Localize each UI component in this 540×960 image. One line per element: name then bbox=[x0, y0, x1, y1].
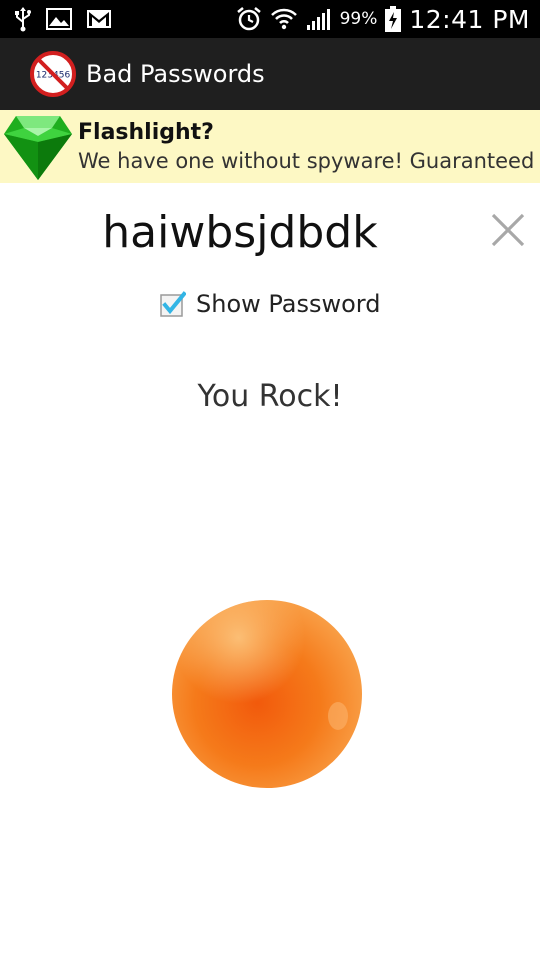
battery-charging-icon bbox=[385, 0, 402, 38]
show-password-label: Show Password bbox=[196, 290, 381, 318]
show-password-checkbox[interactable]: Show Password bbox=[160, 286, 381, 322]
image-icon bbox=[46, 0, 72, 38]
notification-icons bbox=[0, 0, 112, 38]
orange-icon bbox=[172, 600, 362, 788]
wifi-icon bbox=[270, 0, 298, 38]
clock: 12:41 PM bbox=[409, 4, 530, 34]
green-gem-icon bbox=[4, 115, 72, 180]
clear-button[interactable] bbox=[486, 208, 530, 252]
action-bar: 123456 Bad Passwords bbox=[0, 38, 540, 110]
signal-icon bbox=[306, 0, 332, 38]
ad-text: Flashlight? We have one without spyware!… bbox=[78, 119, 538, 175]
password-text[interactable]: haiwbsjdbdk bbox=[40, 200, 440, 266]
battery-percent: 99% bbox=[339, 9, 378, 29]
status-bar: 99% 12:41 PM bbox=[0, 0, 540, 38]
system-icons: 99% 12:41 PM bbox=[236, 0, 540, 38]
alarm-icon bbox=[236, 0, 262, 38]
gmail-icon bbox=[86, 0, 112, 38]
usb-icon bbox=[14, 0, 32, 38]
screen: 99% 12:41 PM 123456 Bad Passwords bbox=[0, 0, 540, 960]
ad-title: Flashlight? bbox=[78, 119, 214, 145]
close-icon bbox=[491, 213, 525, 247]
result-message: You Rock! bbox=[197, 379, 343, 414]
ad-subtitle: We have one without spyware! Guaranteed bbox=[78, 148, 535, 173]
checkbox-checked-icon bbox=[160, 291, 186, 317]
app-title: Bad Passwords bbox=[86, 60, 265, 88]
ad-banner[interactable]: Flashlight? We have one without spyware!… bbox=[0, 110, 540, 183]
app-logo-icon: 123456 bbox=[30, 51, 76, 97]
